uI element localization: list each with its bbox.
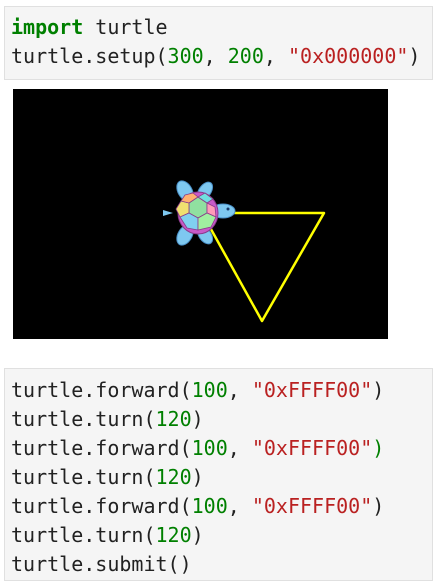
code-token: import: [11, 15, 84, 39]
turtle-canvas: [13, 89, 388, 339]
code-token: ,: [227, 436, 252, 460]
code-token: turtle.turn(: [11, 465, 156, 489]
code-token: ,: [263, 44, 288, 68]
code-token: "0xFFFF00": [251, 378, 373, 402]
code-line: turtle.turn(120): [11, 521, 432, 550]
code-token: turtle.forward(: [11, 378, 192, 402]
code-line: turtle.turn(120): [11, 405, 432, 434]
code-cell-commands[interactable]: turtle.forward(100, "0xFFFF00") turtle.t…: [4, 368, 433, 581]
code-token: turtle.turn(: [11, 523, 156, 547]
code-token: turtle.submit(): [11, 552, 192, 576]
code-token: ,: [227, 494, 252, 518]
code-token: ): [372, 436, 385, 460]
code-token: 100: [191, 378, 228, 402]
code-token: ): [372, 494, 385, 518]
code-token: ,: [227, 378, 252, 402]
code-token: ): [191, 465, 204, 489]
turtle-path: [200, 211, 326, 323]
code-token: "0x000000": [287, 44, 409, 68]
code-token: turtle.setup(: [11, 44, 168, 68]
code-token: 100: [191, 494, 228, 518]
code-token: turtle: [83, 15, 168, 39]
code-token: "0xFFFF00": [251, 436, 373, 460]
code-token: 200: [227, 44, 264, 68]
code-cell-setup[interactable]: import turtle turtle.setup(300, 200, "0x…: [4, 6, 433, 80]
code-token: 120: [155, 465, 192, 489]
code-token: 120: [155, 523, 192, 547]
code-token: turtle.turn(: [11, 407, 156, 431]
turtle-drawing: [163, 180, 326, 323]
code-token: 100: [191, 436, 228, 460]
code-line: turtle.submit(): [11, 550, 432, 579]
code-line: turtle.forward(100, "0xFFFF00"): [11, 434, 432, 463]
code-line: import turtle: [11, 13, 432, 42]
code-line: turtle.forward(100, "0xFFFF00"): [11, 492, 432, 521]
sea-turtle-icon: [163, 180, 236, 246]
code-token: turtle.forward(: [11, 494, 192, 518]
code-line: turtle.forward(100, "0xFFFF00"): [11, 376, 432, 405]
code-line: turtle.turn(120): [11, 463, 432, 492]
code-token: turtle.forward(: [11, 436, 192, 460]
code-token: ): [408, 44, 421, 68]
code-token: ): [191, 407, 204, 431]
code-token: 300: [167, 44, 204, 68]
code-token: ,: [203, 44, 228, 68]
code-line: turtle.setup(300, 200, "0x000000"): [11, 42, 432, 71]
code-token: "0xFFFF00": [251, 494, 373, 518]
code-token: ): [372, 378, 385, 402]
code-token: 120: [155, 407, 192, 431]
code-token: ): [191, 523, 204, 547]
